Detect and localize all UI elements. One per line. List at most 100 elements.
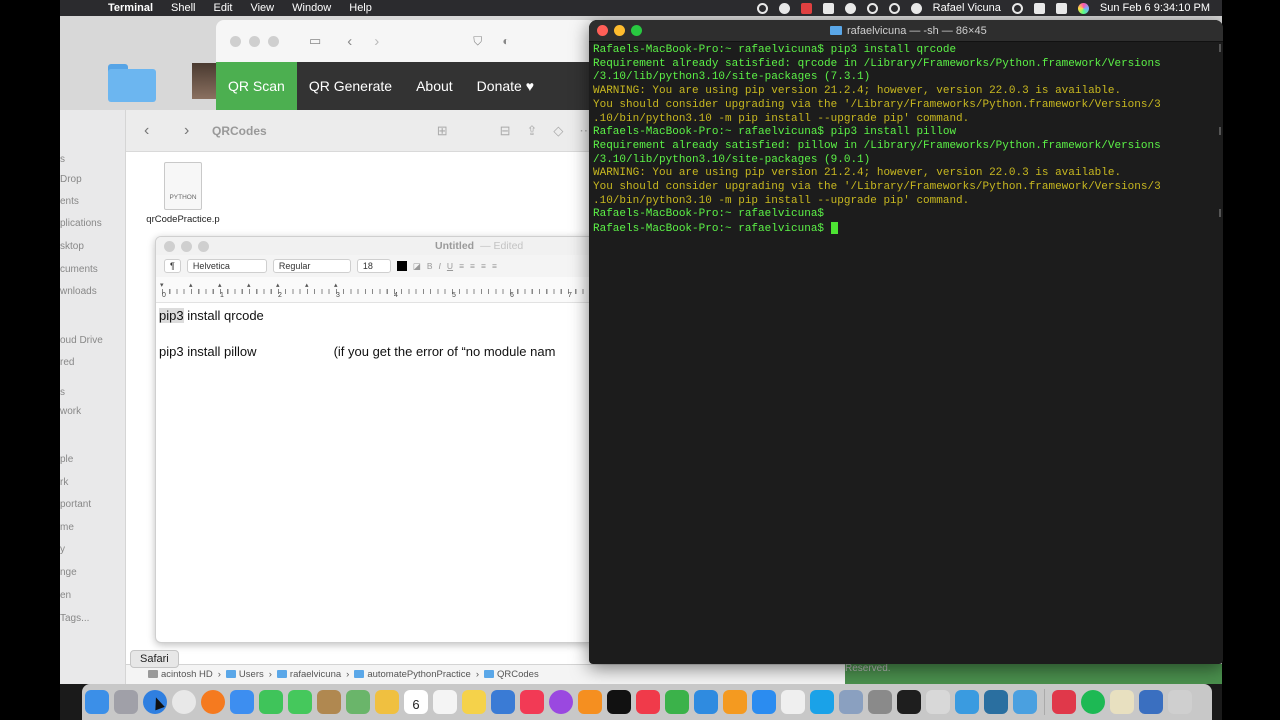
path-item[interactable]: rafaelvicuna xyxy=(276,669,341,680)
podcasts-icon[interactable] xyxy=(549,690,573,714)
sidebar-item[interactable]: rk xyxy=(60,477,68,488)
clock-icon[interactable] xyxy=(888,2,900,14)
back-icon[interactable]: ‹ xyxy=(347,33,352,50)
textedit-window[interactable]: Untitled — Edited ¶ Helvetica Regular 18… xyxy=(155,236,591,643)
sidebar-item[interactable]: Drop xyxy=(60,174,82,185)
forward-icon[interactable]: › xyxy=(184,122,206,140)
italic-button[interactable]: I xyxy=(439,261,441,271)
app-red-icon[interactable] xyxy=(1052,690,1076,714)
minimize-button[interactable] xyxy=(614,25,625,36)
tab-stop-icon[interactable]: ▾ xyxy=(160,281,164,289)
tab-stop-icon[interactable]: ▴ xyxy=(218,281,222,289)
zoom-button[interactable] xyxy=(631,25,642,36)
path-item[interactable]: acintosh HD xyxy=(148,669,213,680)
messages-icon[interactable] xyxy=(288,690,312,714)
nav-donate[interactable]: Donate ♥ xyxy=(465,62,546,110)
migration-icon[interactable] xyxy=(1013,690,1037,714)
pages-icon[interactable] xyxy=(723,690,747,714)
group-icon[interactable]: ⊟ xyxy=(500,123,511,139)
tab-stop-icon[interactable]: ▴ xyxy=(276,281,280,289)
sidebar-item[interactable]: Tags... xyxy=(60,613,89,624)
nav-qr-generate[interactable]: QR Generate xyxy=(297,62,404,110)
close-button[interactable] xyxy=(230,35,241,47)
finder-folder-icon[interactable] xyxy=(926,690,950,714)
desktop-folder-icon[interactable] xyxy=(108,64,156,102)
notes-icon[interactable] xyxy=(462,690,486,714)
siri-icon[interactable] xyxy=(1077,2,1089,14)
firefox-icon[interactable] xyxy=(201,690,225,714)
grammarly-icon[interactable] xyxy=(778,2,790,14)
tag-icon[interactable]: ◇ xyxy=(553,123,563,139)
font-size-select[interactable]: 18 xyxy=(356,259,391,273)
sidebar-item[interactable]: work xyxy=(60,406,81,417)
minimize-button[interactable] xyxy=(249,35,260,47)
sidebar-item[interactable]: portant xyxy=(60,499,91,510)
downloads-icon[interactable] xyxy=(1139,690,1163,714)
justify-icon[interactable]: ≡ xyxy=(492,261,497,271)
photos-icon[interactable] xyxy=(375,690,399,714)
sidebar-item[interactable]: ents xyxy=(60,196,79,207)
zoom-button[interactable] xyxy=(198,240,209,252)
tab-stop-icon[interactable]: ▴ xyxy=(305,281,309,289)
ruler[interactable]: ▾ ▴ ▴ ▴ ▴ ▴ ▴ 0 1 2 3 4 5 6 7 xyxy=(156,277,590,303)
skype-icon[interactable] xyxy=(810,690,834,714)
sidebar-item[interactable]: en xyxy=(60,590,71,601)
chrome-icon[interactable] xyxy=(172,690,196,714)
calendar-icon[interactable]: 6 xyxy=(404,690,428,714)
menu-shell[interactable]: Shell xyxy=(171,2,195,14)
facetime-icon[interactable] xyxy=(259,690,283,714)
font-family-select[interactable]: Helvetica xyxy=(186,259,267,273)
script-editor-icon[interactable] xyxy=(1110,690,1134,714)
terminal-icon[interactable] xyxy=(897,690,921,714)
search-icon[interactable] xyxy=(1011,2,1023,14)
text-color-swatch[interactable] xyxy=(396,261,407,271)
music-icon[interactable] xyxy=(520,690,544,714)
trash-icon[interactable] xyxy=(1168,690,1192,714)
sidebar-item[interactable]: oud Drive xyxy=(60,335,103,346)
sidebar-item[interactable]: s xyxy=(60,387,65,398)
books-icon[interactable] xyxy=(578,690,602,714)
menu-window[interactable]: Window xyxy=(292,2,331,14)
wifi-icon[interactable] xyxy=(910,2,922,14)
align-center-icon[interactable]: ≡ xyxy=(470,261,475,271)
play-icon[interactable] xyxy=(866,2,878,14)
document-body[interactable]: pip3 install qrcode pip3 install pillow(… xyxy=(156,303,590,365)
spotify-icon[interactable] xyxy=(1081,690,1105,714)
textedit-icon[interactable] xyxy=(781,690,805,714)
xcode-icon[interactable] xyxy=(491,690,515,714)
view-grid-icon[interactable]: ⊞ xyxy=(437,123,448,139)
sidebar-item[interactable]: sktop xyxy=(60,241,84,252)
tab-stop-icon[interactable]: ▴ xyxy=(334,281,338,289)
sidebar-item[interactable]: s xyxy=(60,154,65,165)
maps-icon[interactable] xyxy=(346,690,370,714)
menu-edit[interactable]: Edit xyxy=(214,2,233,14)
app-store-icon[interactable] xyxy=(752,690,776,714)
menu-view[interactable]: View xyxy=(250,2,274,14)
preview-icon[interactable] xyxy=(839,690,863,714)
tab-stop-icon[interactable]: ▴ xyxy=(189,281,193,289)
zoom-button[interactable] xyxy=(268,35,279,47)
shield-icon[interactable] xyxy=(800,2,812,14)
control-center-icon[interactable] xyxy=(1055,2,1067,14)
sidebar-item[interactable]: plications xyxy=(60,218,102,229)
nav-about[interactable]: About xyxy=(404,62,465,110)
folder-blue-icon[interactable] xyxy=(955,690,979,714)
close-button[interactable] xyxy=(164,240,175,252)
path-item[interactable]: QRCodes xyxy=(484,669,539,680)
system-preferences-icon[interactable] xyxy=(868,690,892,714)
sidebar-item[interactable]: wnloads xyxy=(60,286,97,297)
underline-button[interactable]: U xyxy=(447,261,453,271)
menu-app[interactable]: Terminal xyxy=(108,2,153,14)
sidebar-item[interactable]: cuments xyxy=(60,264,98,275)
tv-icon[interactable] xyxy=(607,690,631,714)
record-icon[interactable] xyxy=(756,2,768,14)
minimize-button[interactable] xyxy=(181,240,192,252)
paragraph-style-select[interactable]: ¶ xyxy=(164,259,181,273)
file-item[interactable]: PYTHON qrCodePractice.p xyxy=(138,162,228,225)
sidebar-item[interactable]: nge xyxy=(60,567,77,578)
path-item[interactable]: Users xyxy=(225,669,264,680)
user-name[interactable]: Rafael Vicuna xyxy=(933,2,1001,14)
keyboard-icon[interactable] xyxy=(1033,2,1045,14)
finder-icon[interactable] xyxy=(85,690,109,714)
safari-window[interactable]: ▭ ‹ › ⛉ ◐ QR Scan QR Generate About Dona… xyxy=(216,20,596,110)
